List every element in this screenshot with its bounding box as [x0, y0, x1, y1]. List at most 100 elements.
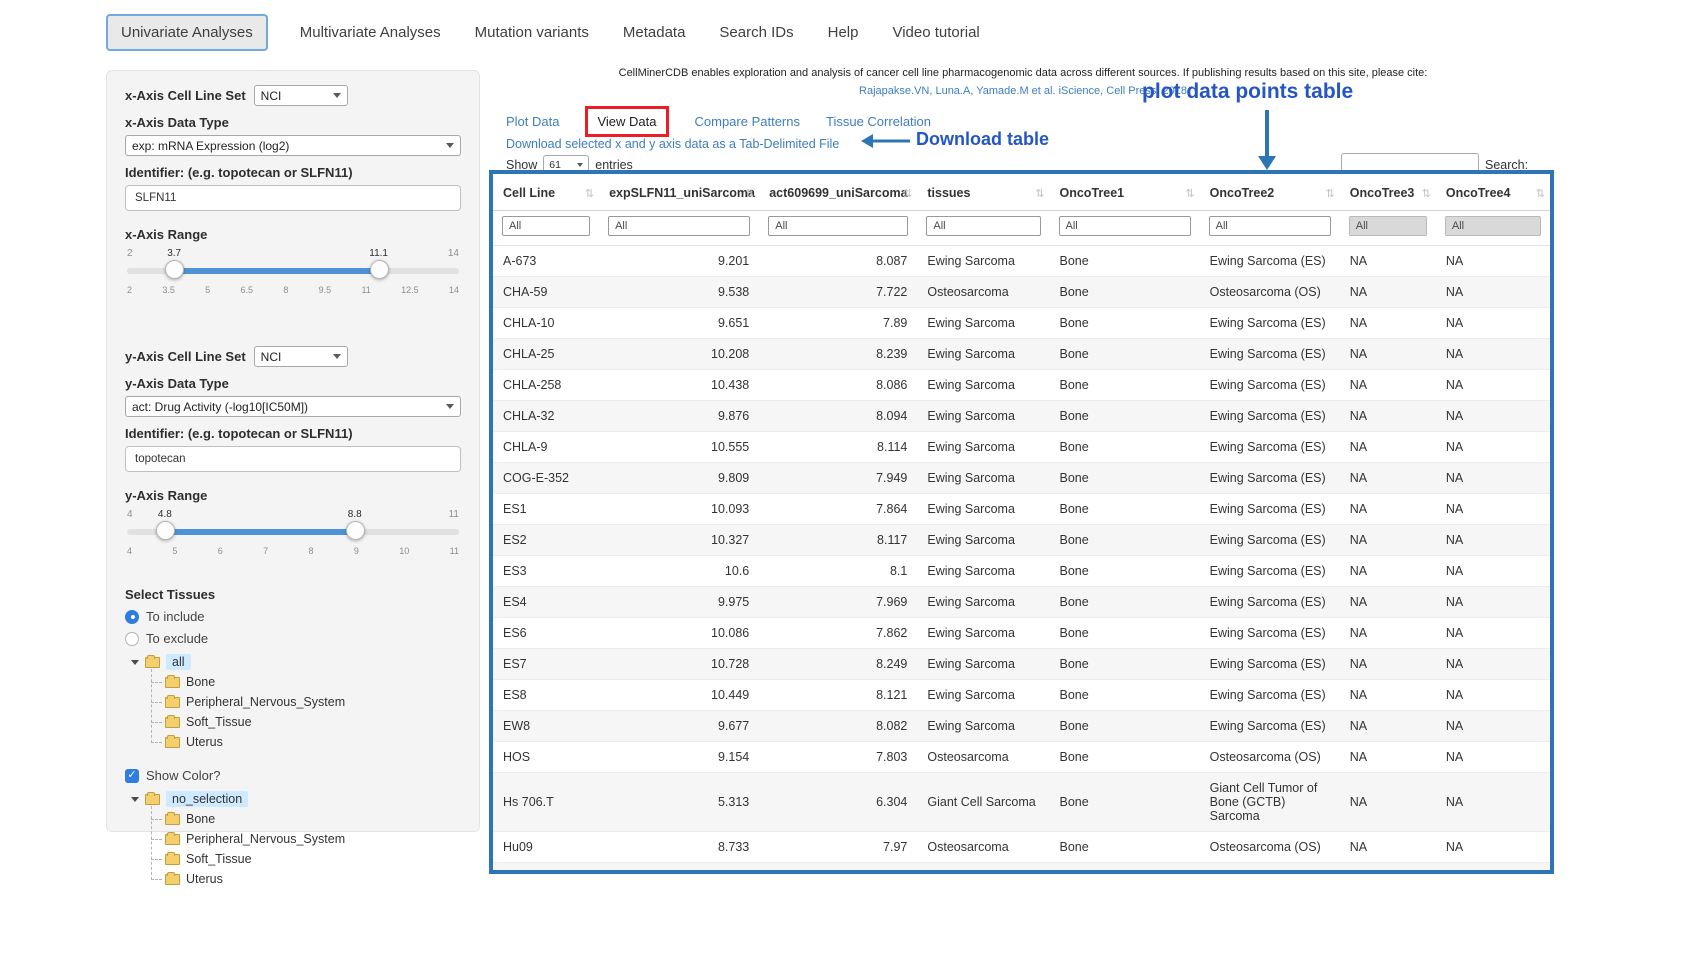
y-slider-right-handle[interactable]	[346, 521, 365, 540]
filter-tissues[interactable]: All	[926, 216, 1040, 236]
column-header-label: OncoTree4	[1446, 186, 1511, 200]
x-slider-right-handle[interactable]	[370, 260, 389, 279]
table-row: CHLA-9 10.555 8.114 Ewing Sarcoma Bone E…	[493, 432, 1550, 463]
citation-link[interactable]: Rajapakse.VN, Luna.A, Yamade.M et al. iS…	[492, 85, 1554, 97]
column-header[interactable]: OncoTree1 ⇅	[1050, 174, 1200, 211]
expander-icon[interactable]	[131, 797, 139, 802]
column-header[interactable]: expSLFN11_uniSarcoma ⇅	[599, 174, 759, 211]
tissue-tree-item[interactable]: Bone	[165, 809, 461, 829]
oncotree4-cell: NA	[1436, 832, 1550, 863]
tab-compare-patterns[interactable]: Compare Patterns	[695, 114, 801, 129]
folder-icon	[165, 697, 180, 708]
filter-oncotree1[interactable]: All	[1059, 216, 1191, 236]
tissue-cell: Ewing Sarcoma	[917, 339, 1049, 370]
nav-tab-metadata[interactable]: Metadata	[621, 16, 688, 49]
x-identifier-input[interactable]	[125, 185, 461, 211]
act-value-cell: 8.249	[759, 649, 917, 680]
tab-plot-data[interactable]: Plot Data	[506, 114, 559, 129]
tab-tissue-correlation[interactable]: Tissue Correlation	[826, 114, 931, 129]
y-cell-line-set-select[interactable]: NCI	[254, 346, 348, 367]
tissue-tree-item[interactable]: Peripheral_Nervous_System	[165, 692, 461, 712]
y-data-type-label: y-Axis Data Type	[125, 376, 229, 391]
tab-view-data[interactable]: View Data	[597, 114, 656, 129]
oncotree4-cell: NA	[1436, 556, 1550, 587]
nav-tab-multivariate[interactable]: Multivariate Analyses	[298, 16, 443, 49]
x-slider-tick-label: 6.5	[240, 285, 253, 295]
tissue-cell: Osteosarcoma	[917, 832, 1049, 863]
tree-root-label[interactable]: all	[166, 654, 191, 670]
tissue-tree-item[interactable]: Uterus	[165, 732, 461, 752]
download-link[interactable]: Download selected x and y axis data as a…	[506, 137, 839, 151]
table-row: ES1 10.093 7.864 Ewing Sarcoma Bone Ewin…	[493, 494, 1550, 525]
y-slider-ticks: 4567891011	[127, 546, 459, 556]
tree-root-row[interactable]: all	[131, 654, 461, 670]
tissue-tree-item[interactable]: Bone	[165, 672, 461, 692]
oncotree3-cell: NA	[1340, 463, 1436, 494]
act-value-cell: 8.117	[759, 525, 917, 556]
tissue-cell: Ewing Sarcoma	[917, 587, 1049, 618]
tree-root-label[interactable]: no_selection	[166, 791, 248, 807]
column-header[interactable]: OncoTree3 ⇅	[1340, 174, 1436, 211]
cell-line-cell: CHLA-25	[493, 339, 599, 370]
nav-tab-univariate[interactable]: Univariate Analyses	[106, 14, 268, 51]
column-header-label: act609699_uniSarcoma	[769, 186, 907, 200]
y-slider-tick-label: 10	[399, 546, 409, 556]
y-data-type-select[interactable]: act: Drug Activity (-log10[IC50M])	[125, 396, 461, 417]
x-slider-tick-label: 8	[283, 285, 288, 295]
radio-include-icon[interactable]	[125, 610, 139, 624]
tissue-tree-item[interactable]: Soft_Tissue	[165, 849, 461, 869]
x-cell-line-set-select[interactable]: NCI	[254, 85, 348, 106]
tissue-exclude-radio-row[interactable]: To exclude	[125, 631, 461, 646]
act-value-cell: 8.239	[759, 339, 917, 370]
sort-icon: ⇅	[1536, 187, 1545, 200]
column-header[interactable]: Cell Line ⇅	[493, 174, 599, 211]
expander-icon[interactable]	[131, 660, 139, 665]
x-slider-left-handle[interactable]	[165, 260, 184, 279]
oncotree4-cell: NA	[1436, 587, 1550, 618]
show-color-row[interactable]: Show Color?	[125, 768, 461, 783]
filter-cell-line[interactable]: All	[502, 216, 590, 236]
act-value-cell: 7.969	[759, 587, 917, 618]
cell-line-cell: ES2	[493, 525, 599, 556]
column-header[interactable]: OncoTree4 ⇅	[1436, 174, 1550, 211]
show-color-checkbox[interactable]	[125, 769, 139, 783]
nav-tab-help[interactable]: Help	[826, 16, 861, 49]
tissue-tree-item-label: Peripheral_Nervous_System	[186, 695, 345, 709]
oncotree1-cell: Bone	[1050, 649, 1200, 680]
x-cell-line-set-value: NCI	[261, 89, 282, 103]
column-header[interactable]: tissues ⇅	[917, 174, 1049, 211]
chevron-down-icon	[446, 404, 454, 409]
control-sidebar: x-Axis Cell Line Set NCI x-Axis Data Typ…	[106, 70, 480, 832]
oncotree3-cell: NA	[1340, 525, 1436, 556]
filter-act[interactable]: All	[768, 216, 908, 236]
act-value-cell: 7.864	[759, 494, 917, 525]
table-row: COG-E-352 9.809 7.949 Ewing Sarcoma Bone…	[493, 463, 1550, 494]
y-slider-from-label: 4.8	[158, 509, 172, 520]
chevron-down-icon	[577, 163, 583, 167]
nav-tab-search-ids[interactable]: Search IDs	[717, 16, 795, 49]
y-identifier-input[interactable]	[125, 446, 461, 472]
oncotree1-cell: Bone	[1050, 556, 1200, 587]
column-header[interactable]: OncoTree2 ⇅	[1200, 174, 1340, 211]
y-slider-left-handle[interactable]	[156, 521, 175, 540]
oncotree2-cell: Ewing Sarcoma (ES)	[1200, 556, 1340, 587]
nav-tab-video-tutorial[interactable]: Video tutorial	[890, 16, 981, 49]
oncotree2-cell: Osteosarcoma (OS)	[1200, 277, 1340, 308]
tissue-tree-item[interactable]: Peripheral_Nervous_System	[165, 829, 461, 849]
filter-exp[interactable]: All	[608, 216, 750, 236]
filter-oncotree2[interactable]: All	[1209, 216, 1331, 236]
radio-exclude-icon[interactable]	[125, 632, 139, 646]
tree-root-row[interactable]: no_selection	[131, 791, 461, 807]
tissue-tree-item[interactable]: Soft_Tissue	[165, 712, 461, 732]
cell-line-cell: CHLA-258	[493, 370, 599, 401]
tissue-tree-item[interactable]: Uterus	[165, 869, 461, 889]
tissue-tree-item-label: Soft_Tissue	[186, 852, 252, 866]
oncotree2-cell: Ewing Sarcoma (ES)	[1200, 618, 1340, 649]
tissue-include-radio-row[interactable]: To include	[125, 609, 461, 624]
x-range-label: x-Axis Range	[125, 227, 461, 242]
select-tissues-label: Select Tissues	[125, 587, 461, 602]
x-data-type-select[interactable]: exp: mRNA Expression (log2)	[125, 135, 461, 156]
column-header[interactable]: act609699_uniSarcoma ⇅	[759, 174, 917, 211]
act-value-cell: 7.89	[759, 308, 917, 339]
nav-tab-mutation-variants[interactable]: Mutation variants	[473, 16, 591, 49]
